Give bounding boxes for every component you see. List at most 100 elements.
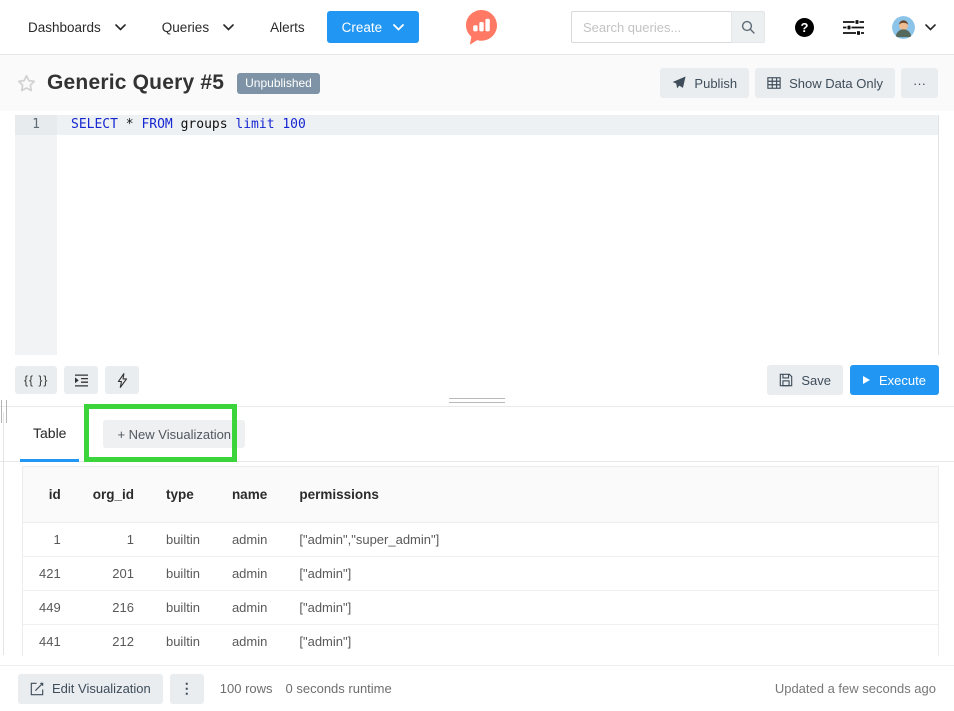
nav-dashboards[interactable]: Dashboards <box>28 20 126 35</box>
cell-permissions: ["admin"] <box>283 591 938 625</box>
chevron-down-icon <box>223 24 234 31</box>
cell-id: 449 <box>23 591 77 625</box>
execute-button[interactable]: Execute <box>850 365 939 395</box>
pane-divider <box>0 395 954 407</box>
create-button-label: Create <box>342 20 383 35</box>
cell-type: builtin <box>150 591 216 625</box>
edit-visualization-label: Edit Visualization <box>52 681 151 696</box>
cell-org-id: 201 <box>77 557 150 591</box>
cell-type: builtin <box>150 523 216 557</box>
publish-button[interactable]: Publish <box>660 68 749 98</box>
cell-org-id: 216 <box>77 591 150 625</box>
cell-id: 1 <box>23 523 77 557</box>
redash-logo-icon[interactable] <box>465 9 498 46</box>
search-group <box>571 11 765 43</box>
editor-toolbar: {{ }} Save Execute <box>15 365 939 395</box>
favorite-star-icon[interactable] <box>16 73 37 94</box>
table-row: 449 216 builtin admin ["admin"] <box>23 591 938 625</box>
search-button[interactable] <box>731 11 765 43</box>
avatar <box>892 16 915 39</box>
nav-dashboards-label: Dashboards <box>28 20 101 35</box>
publish-send-icon <box>672 76 686 90</box>
results-table: id org_id type name permissions 1 1 buil… <box>23 467 938 656</box>
cell-org-id: 1 <box>77 523 150 557</box>
parameters-braces-label: {{ }} <box>24 373 48 387</box>
column-header-name[interactable]: name <box>216 467 283 523</box>
sql-keyword: FROM <box>141 117 172 132</box>
horizontal-resize-handle[interactable] <box>449 398 505 403</box>
editor-gutter <box>15 115 57 355</box>
column-header-id[interactable]: id <box>23 467 77 523</box>
nav-alerts[interactable]: Alerts <box>270 20 305 35</box>
cell-name: admin <box>216 625 283 657</box>
page-title: Generic Query #5 <box>47 71 224 95</box>
column-header-org-id[interactable]: org_id <box>77 467 150 523</box>
sliders-icon <box>843 19 864 36</box>
save-button[interactable]: Save <box>767 365 843 395</box>
chevron-down-icon <box>393 24 404 31</box>
table-row: 441 212 builtin admin ["admin"] <box>23 625 938 657</box>
sql-editor[interactable]: 1 SELECT * FROM groups limit 100 <box>15 115 939 355</box>
cell-type: builtin <box>150 557 216 591</box>
nav-alerts-label: Alerts <box>270 20 305 35</box>
help-icon: ? <box>801 20 809 35</box>
autocomplete-toggle-button[interactable] <box>105 366 139 394</box>
visualization-menu-button[interactable]: ⋮ <box>170 674 204 704</box>
cell-permissions: ["admin","super_admin"] <box>283 523 938 557</box>
show-data-only-button[interactable]: Show Data Only <box>755 68 895 98</box>
tab-table-label: Table <box>33 425 66 441</box>
tab-table[interactable]: Table <box>20 407 79 462</box>
table-grid-icon <box>767 76 781 90</box>
schema-resize-handle[interactable] <box>1 400 7 423</box>
cell-name: admin <box>216 523 283 557</box>
header-actions: Publish Show Data Only ··· <box>660 68 938 98</box>
navbar-right-group: ? <box>571 11 936 43</box>
search-input[interactable] <box>571 11 731 43</box>
rows-count: 100 rows <box>220 681 273 696</box>
cell-type: builtin <box>150 625 216 657</box>
last-updated-text: Updated a few seconds ago <box>775 681 936 696</box>
floppy-save-icon <box>779 373 793 387</box>
nav-queries-label: Queries <box>162 20 209 35</box>
schema-splitter-line <box>3 412 4 655</box>
more-actions-button[interactable]: ··· <box>901 68 938 98</box>
results-table-container: id org_id type name permissions 1 1 buil… <box>22 466 939 656</box>
cell-permissions: ["admin"] <box>283 557 938 591</box>
table-header-row: id org_id type name permissions <box>23 467 938 523</box>
play-icon <box>863 376 870 384</box>
sql-keyword: SELECT <box>71 117 118 132</box>
settings-sliders-button[interactable] <box>843 19 864 36</box>
column-header-permissions[interactable]: permissions <box>283 467 938 523</box>
cell-org-id: 212 <box>77 625 150 657</box>
search-icon <box>741 20 755 34</box>
edit-pencil-icon <box>30 682 44 696</box>
execute-button-label: Execute <box>879 373 926 388</box>
nav-queries[interactable]: Queries <box>162 20 234 35</box>
bottom-bar: Edit Visualization ⋮ 100 rows 0 seconds … <box>0 665 954 711</box>
query-parameters-button[interactable]: {{ }} <box>15 366 57 394</box>
publish-button-label: Publish <box>694 76 737 91</box>
cell-permissions: ["admin"] <box>283 625 938 657</box>
line-number: 1 <box>15 115 57 135</box>
sql-keyword: limit <box>235 117 274 132</box>
visualization-tabs: Table + New Visualization <box>0 407 954 462</box>
format-query-button[interactable] <box>64 366 98 394</box>
help-button[interactable]: ? <box>795 18 814 37</box>
format-indent-icon <box>74 374 89 387</box>
edit-visualization-button[interactable]: Edit Visualization <box>18 674 163 704</box>
sql-code-line: SELECT * FROM groups limit 100 <box>57 115 306 135</box>
create-button[interactable]: Create <box>327 11 420 43</box>
query-run-metadata: 100 rows 0 seconds runtime <box>220 681 392 696</box>
cell-id: 421 <box>23 557 77 591</box>
save-button-label: Save <box>801 373 831 388</box>
show-data-only-label: Show Data Only <box>789 76 883 91</box>
sql-text: * <box>118 117 141 132</box>
sql-number: 100 <box>275 117 306 132</box>
ellipsis-icon: ··· <box>913 76 926 91</box>
query-header: Generic Query #5 Unpublished Publish Sho… <box>0 55 954 111</box>
user-menu[interactable] <box>892 16 936 39</box>
sql-text: groups <box>173 117 236 132</box>
column-header-type[interactable]: type <box>150 467 216 523</box>
status-badge: Unpublished <box>237 73 320 94</box>
new-visualization-button[interactable]: + New Visualization <box>103 420 245 448</box>
